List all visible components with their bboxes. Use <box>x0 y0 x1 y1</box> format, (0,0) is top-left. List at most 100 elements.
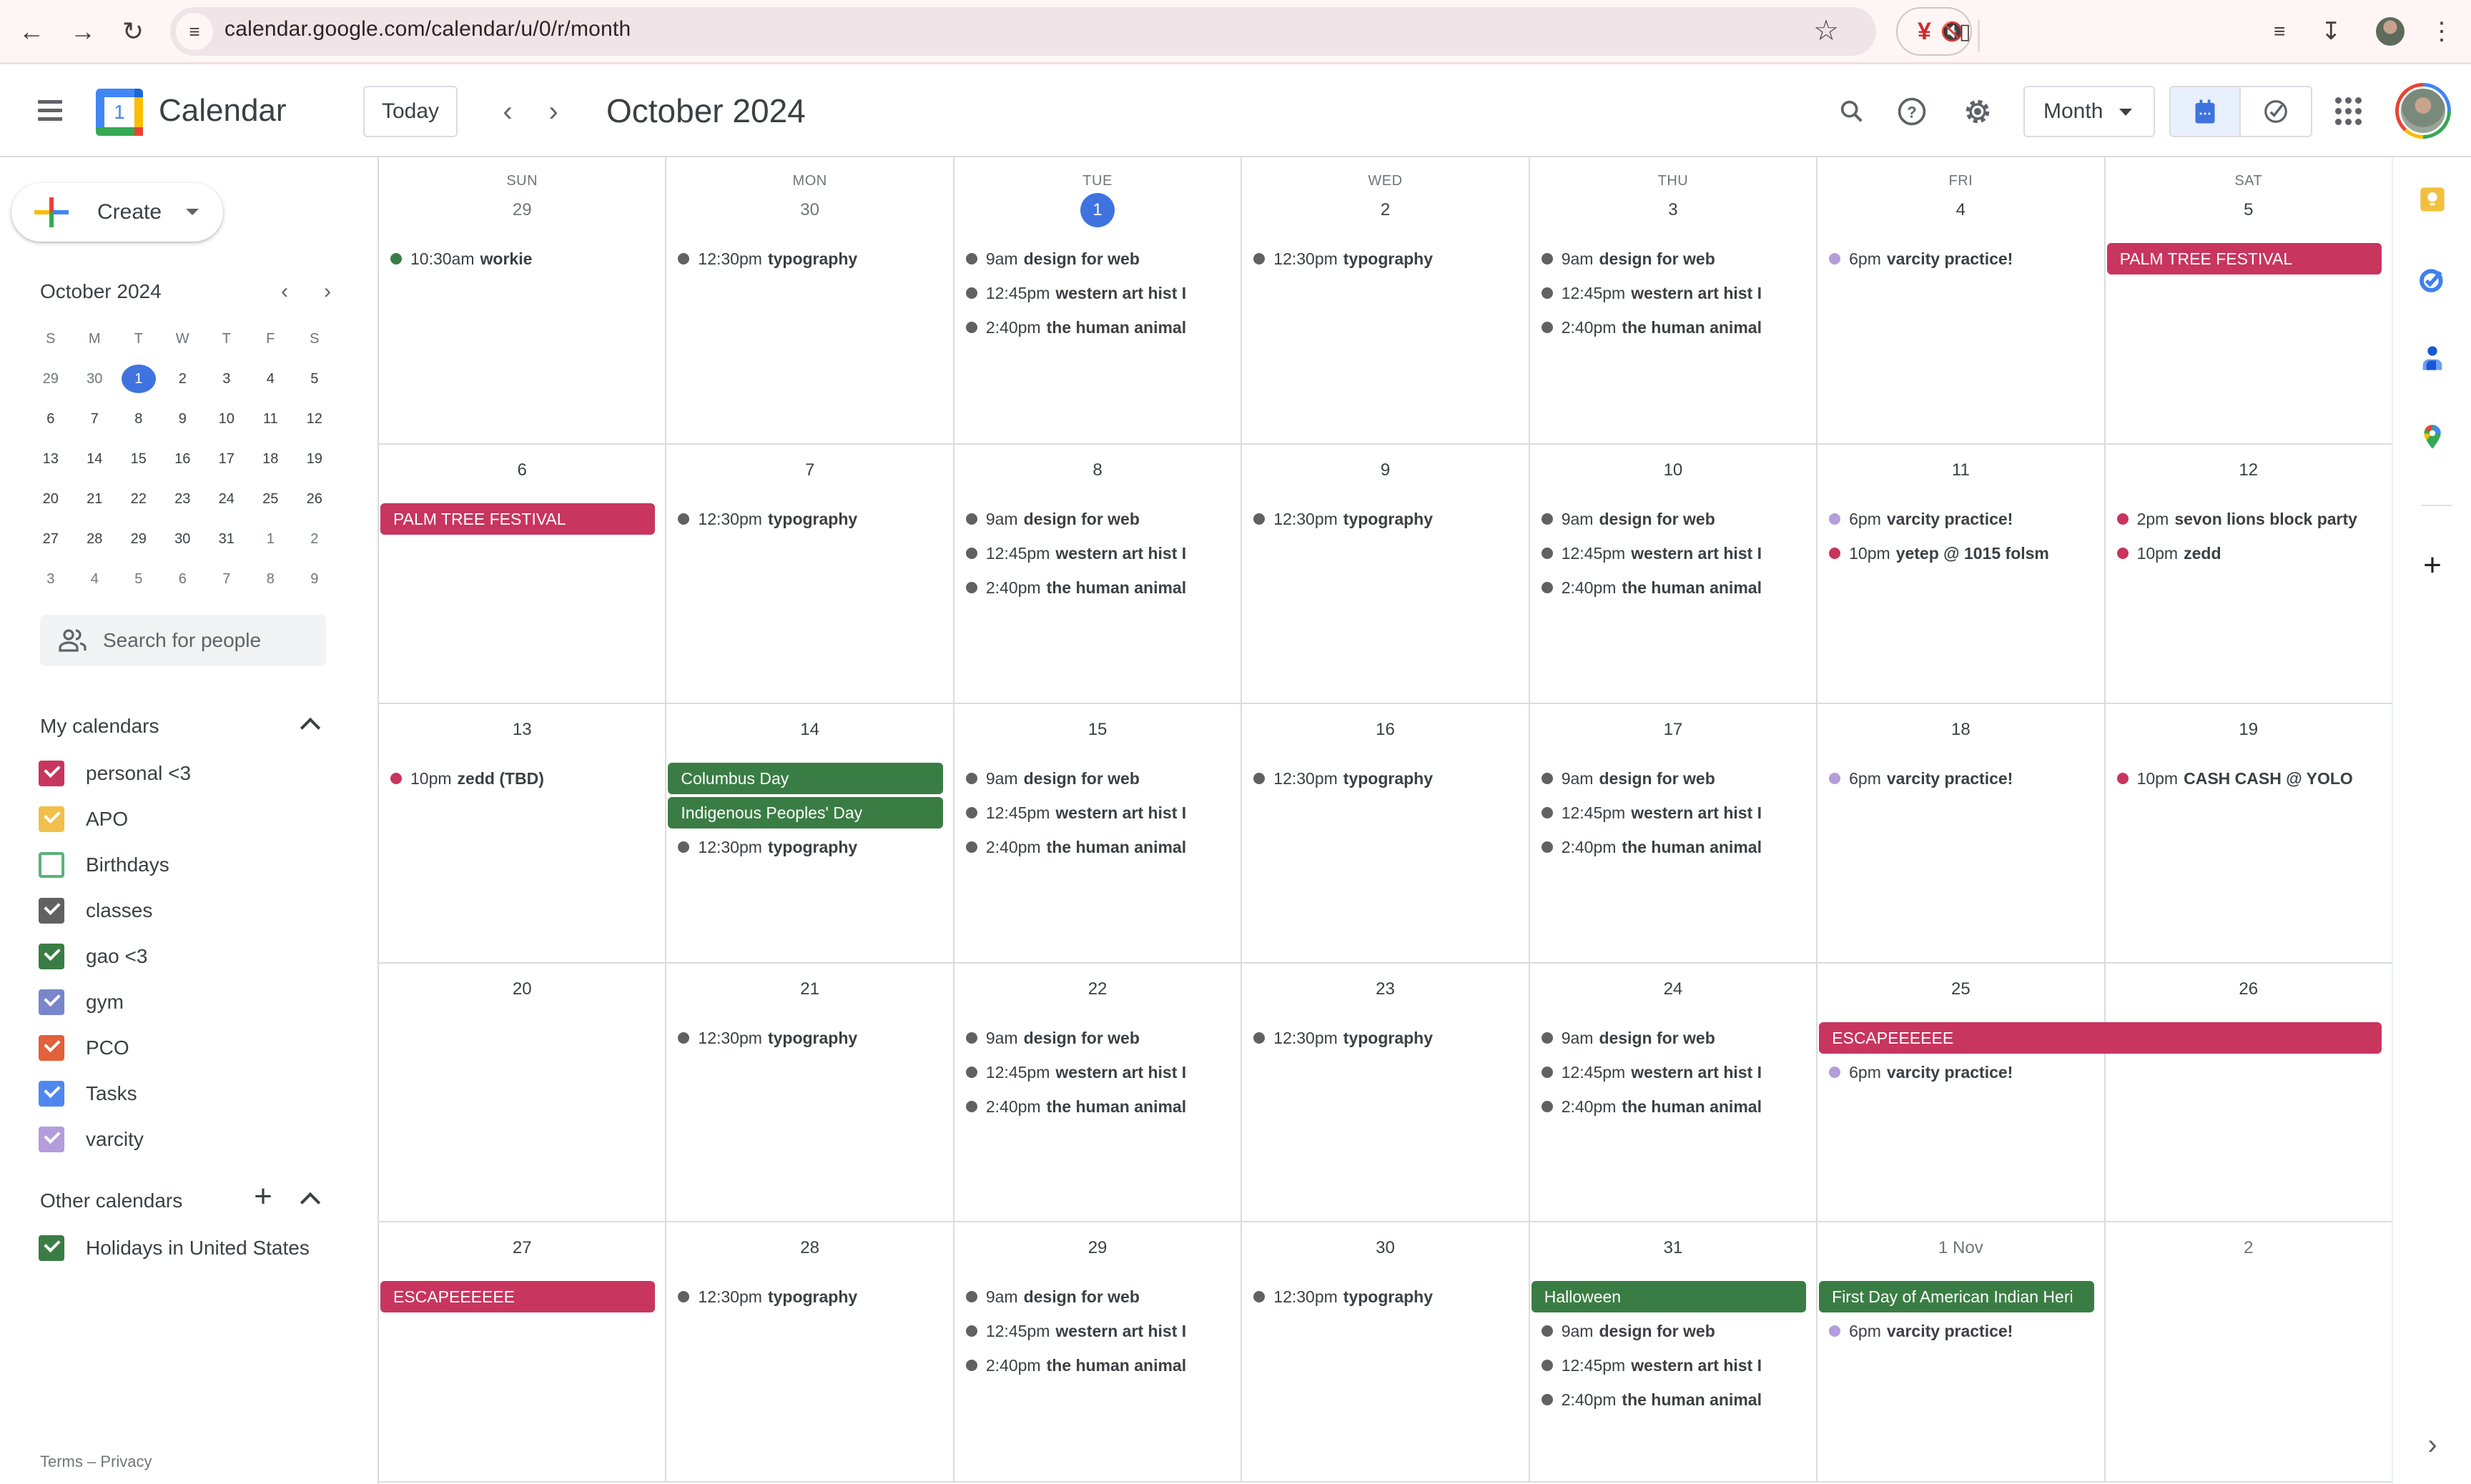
mini-day[interactable]: 25 <box>249 479 293 519</box>
tasks-view-icon[interactable] <box>2241 87 2311 136</box>
calendar-event[interactable]: 2pm sevon lions block party <box>2116 505 2384 533</box>
calendar-event[interactable]: 10pm zedd <box>2116 539 2384 568</box>
help-icon[interactable]: ? <box>1890 90 1933 133</box>
mini-day-today[interactable]: 1 <box>117 359 161 399</box>
calendar-event[interactable]: 12:30pm typography <box>678 1024 945 1052</box>
day-cell[interactable]: 31 9am design for web 12:45pm western art hi… <box>1530 1222 1818 1481</box>
day-number[interactable]: 29 <box>379 200 665 220</box>
day-cell[interactable]: SUN 29 10:30am workie <box>379 157 667 443</box>
day-number[interactable]: 31 <box>1530 1238 1816 1258</box>
mini-day[interactable]: 22 <box>117 479 161 519</box>
calendar-view-icon[interactable] <box>2171 87 2241 136</box>
day-number-today[interactable]: 1 <box>955 193 1241 227</box>
mini-day[interactable]: 2 <box>161 359 205 399</box>
calendar-event[interactable]: 2:40pm the human animal <box>1541 573 1809 602</box>
collapse-other-calendars-icon[interactable] <box>295 1184 326 1215</box>
day-cell[interactable]: 1 Nov 6pm varcity practice! <box>1818 1222 2106 1481</box>
calendar-event[interactable]: 12:30pm typography <box>678 833 945 861</box>
mini-day[interactable]: 17 <box>204 439 249 479</box>
all-day-event[interactable]: PALM TREE FESTIVAL <box>2106 243 2382 274</box>
calendar-event[interactable]: 9am design for web <box>965 505 1233 533</box>
calendar-event[interactable]: 12:45pm western art hist I <box>1541 279 1809 307</box>
calendar-event[interactable]: 6pm varcity practice! <box>1829 505 2096 533</box>
day-cell[interactable]: 19 10pm CASH CASH @ YOLO <box>2106 704 2393 962</box>
all-day-event[interactable]: PALM TREE FESTIVAL <box>380 503 656 535</box>
all-day-event[interactable]: ESCAPEEEEEE <box>1819 1022 2382 1054</box>
reload-icon[interactable]: ↻ <box>116 14 150 49</box>
calendar-list-item[interactable]: varcity <box>39 1117 191 1162</box>
mini-day[interactable]: 10 <box>204 399 249 439</box>
other-calendars-heading[interactable]: Other calendars <box>40 1189 182 1212</box>
day-cell[interactable]: 15 9am design for web 12:45pm western art hi… <box>955 704 1243 962</box>
mini-day[interactable]: 24 <box>204 479 249 519</box>
mini-day[interactable]: 31 <box>204 519 249 559</box>
calendar-checkbox[interactable] <box>39 1081 64 1107</box>
calendar-event[interactable]: 2:40pm the human animal <box>1541 1092 1809 1121</box>
mini-day[interactable]: 2 <box>292 519 337 559</box>
calendar-checkbox[interactable] <box>39 1035 64 1061</box>
day-number[interactable]: 2 <box>1242 200 1528 220</box>
previous-month-button[interactable]: ‹ <box>488 91 528 132</box>
day-number[interactable]: 27 <box>379 1238 665 1258</box>
url-text[interactable]: calendar.google.com/calendar/u/0/r/month <box>225 17 631 41</box>
day-cell[interactable]: 21 12:30pm typography <box>666 964 955 1221</box>
mini-day[interactable]: 3 <box>29 559 73 599</box>
calendar-event[interactable]: 2:40pm the human animal <box>1541 1385 1809 1414</box>
calendar-event[interactable]: 2:40pm the human animal <box>965 313 1233 342</box>
day-number[interactable]: 13 <box>379 720 665 740</box>
mini-day[interactable]: 30 <box>73 359 117 399</box>
calendar-event[interactable]: 10pm CASH CASH @ YOLO <box>2116 764 2384 793</box>
day-cell[interactable]: 26 <box>2106 964 2393 1221</box>
calendar-event[interactable]: 9am design for web <box>965 1024 1233 1052</box>
calendar-checkbox[interactable] <box>39 1127 64 1152</box>
day-cell[interactable]: 11 6pm varcity practice! 10pm yetep @ 1015 f… <box>1818 445 2106 703</box>
calendar-event[interactable]: 12:30pm typography <box>678 505 945 533</box>
calendar-checkbox[interactable] <box>39 1235 64 1261</box>
mini-day[interactable]: 5 <box>292 359 337 399</box>
calendar-event[interactable]: 10:30am workie <box>390 244 658 273</box>
day-number[interactable]: 4 <box>1818 200 2103 220</box>
mini-day[interactable]: 26 <box>292 479 337 519</box>
mini-day[interactable]: 13 <box>29 439 73 479</box>
add-addon-icon[interactable]: + <box>2415 548 2450 583</box>
calendar-event[interactable]: 12:30pm typography <box>678 1282 945 1311</box>
day-number[interactable]: 8 <box>955 460 1241 480</box>
media-controls-icon[interactable]: ≡ <box>2274 14 2285 49</box>
download-icon[interactable]: ↧ <box>2321 14 2342 49</box>
calendar-event[interactable]: 6pm varcity practice! <box>1829 244 2096 273</box>
day-cell[interactable]: MON 30 12:30pm typography <box>666 157 955 443</box>
mini-day[interactable]: 21 <box>73 479 117 519</box>
all-day-event[interactable]: First Day of American Indian Heri <box>1819 1281 2094 1312</box>
day-number[interactable]: 28 <box>666 1238 952 1258</box>
calendar-list-item[interactable]: APO <box>39 796 191 842</box>
all-day-event[interactable]: Halloween <box>1531 1281 1807 1312</box>
day-cell[interactable]: 25 6pm varcity practice! <box>1818 964 2106 1221</box>
day-number[interactable]: 17 <box>1530 720 1816 740</box>
calendar-checkbox[interactable] <box>39 989 64 1015</box>
collapse-my-calendars-icon[interactable] <box>295 709 326 741</box>
calendar-event[interactable]: 6pm varcity practice! <box>1829 1317 2096 1345</box>
calendar-event[interactable]: 6pm varcity practice! <box>1829 764 2096 793</box>
calendar-event[interactable]: 12:30pm typography <box>1253 505 1521 533</box>
mini-day[interactable]: 8 <box>117 399 161 439</box>
calendar-event[interactable]: 9am design for web <box>1541 1024 1809 1052</box>
search-icon[interactable] <box>1830 90 1873 133</box>
mini-day[interactable]: 30 <box>161 519 205 559</box>
create-button[interactable]: Create <box>11 183 223 242</box>
all-day-event[interactable]: ESCAPEEEEEE <box>380 1281 656 1312</box>
calendar-event[interactable]: 12:30pm typography <box>1253 1024 1521 1052</box>
day-number[interactable]: 3 <box>1530 200 1816 220</box>
day-number[interactable]: 15 <box>955 720 1241 740</box>
calendar-event[interactable]: 12:45pm western art hist I <box>1541 1058 1809 1087</box>
day-number[interactable]: 30 <box>666 200 952 220</box>
add-other-calendar-icon[interactable]: + <box>247 1179 279 1214</box>
day-cell[interactable]: 23 12:30pm typography <box>1242 964 1530 1221</box>
day-cell[interactable]: 27 <box>379 1222 667 1481</box>
mini-day[interactable]: 7 <box>73 399 117 439</box>
mini-day[interactable]: 29 <box>29 359 73 399</box>
day-cell[interactable]: 9 12:30pm typography <box>1242 445 1530 703</box>
calendar-event[interactable]: 10pm zedd (TBD) <box>390 764 658 793</box>
calendar-checkbox[interactable] <box>39 806 64 832</box>
mini-day[interactable]: 9 <box>292 559 337 599</box>
calendar-event[interactable]: 12:45pm western art hist I <box>965 798 1233 827</box>
